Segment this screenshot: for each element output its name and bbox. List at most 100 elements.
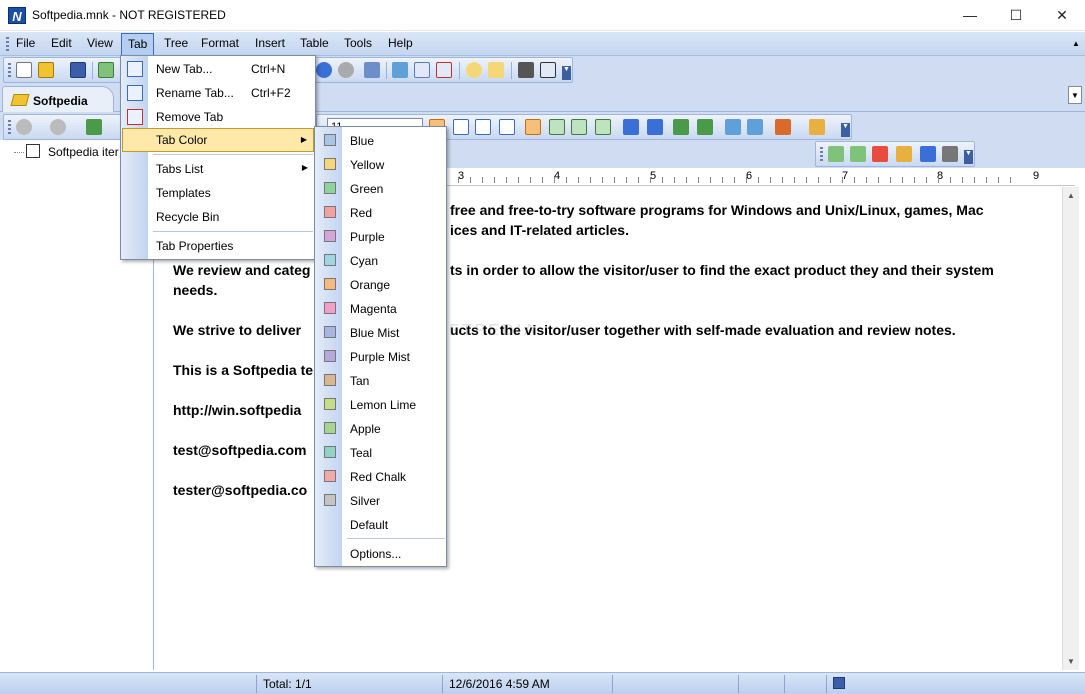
menubar-grip[interactable] <box>6 37 9 51</box>
node-attach-icon[interactable] <box>896 146 912 162</box>
node-child-icon[interactable] <box>850 146 866 162</box>
menu-file[interactable]: File <box>16 36 35 50</box>
underline-icon[interactable] <box>475 119 491 135</box>
menu-item-rename-tab[interactable]: Rename Tab... Ctrl+F2 <box>122 81 314 105</box>
color-item-green[interactable]: Green <box>316 176 446 200</box>
bullet-list-icon[interactable] <box>623 119 639 135</box>
color-item-default[interactable]: Default <box>316 512 446 536</box>
toolbar-grip[interactable] <box>8 120 11 135</box>
spellcheck-icon[interactable] <box>738 675 784 693</box>
justify-icon[interactable] <box>595 119 611 135</box>
tree-back-icon[interactable] <box>16 119 32 135</box>
color-item-lemon-lime[interactable]: Lemon Lime <box>316 392 446 416</box>
forward-icon[interactable] <box>338 62 354 78</box>
menu-item-templates[interactable]: Templates <box>122 181 314 205</box>
color-item-magenta[interactable]: Magenta <box>316 296 446 320</box>
indent-icon[interactable] <box>673 119 689 135</box>
align-center-icon[interactable] <box>549 119 565 135</box>
new-file-icon[interactable] <box>16 62 32 78</box>
menu-item-remove-tab[interactable]: Remove Tab <box>122 105 314 129</box>
delete-node-icon[interactable] <box>436 62 452 78</box>
print-icon[interactable] <box>518 62 534 78</box>
color-item-apple[interactable]: Apple <box>316 416 446 440</box>
align-right-icon[interactable] <box>571 119 587 135</box>
open-folder-icon[interactable] <box>38 62 54 78</box>
find-node-icon[interactable] <box>488 62 504 78</box>
menu-item-tab-color[interactable]: Tab Color ▶ <box>122 128 314 152</box>
tree-icon[interactable] <box>364 62 380 78</box>
strikethrough-icon[interactable] <box>499 119 515 135</box>
find-icon[interactable] <box>466 62 482 78</box>
format-toolbar-options-icon[interactable]: ▼ <box>841 123 850 137</box>
color-swatch <box>324 158 336 170</box>
menu-item-new-tab[interactable]: New Tab... Ctrl+N <box>122 57 314 81</box>
outdent-icon[interactable] <box>697 119 713 135</box>
menu-item-label: Templates <box>156 186 211 200</box>
menu-format[interactable]: Format <box>201 36 239 50</box>
toolbar-grip[interactable] <box>820 147 823 162</box>
color-item-red-chalk[interactable]: Red Chalk <box>316 464 446 488</box>
color-item-blue[interactable]: Blue <box>316 128 446 152</box>
font-icon[interactable] <box>725 119 741 135</box>
italic-icon[interactable] <box>453 119 469 135</box>
color-item-silver[interactable]: Silver <box>316 488 446 512</box>
color-item-label: Tan <box>350 374 370 388</box>
tree-node-softpedia[interactable]: Softpedia iter <box>48 145 119 159</box>
save-icon[interactable] <box>70 62 86 78</box>
color-item-cyan[interactable]: Cyan <box>316 248 446 272</box>
properties-icon[interactable] <box>540 62 556 78</box>
tabs-dropdown-button[interactable]: ▼ <box>1068 86 1082 104</box>
node-list-icon[interactable] <box>920 146 936 162</box>
node-star-icon[interactable] <box>872 146 888 162</box>
node-insert-icon[interactable] <box>828 146 844 162</box>
toolbar-separator <box>459 62 460 79</box>
back-icon[interactable] <box>316 62 332 78</box>
status-save-icon[interactable] <box>826 675 896 693</box>
color-item-purple[interactable]: Purple <box>316 224 446 248</box>
minimize-button[interactable]: — <box>947 0 993 31</box>
tree-add-icon[interactable] <box>86 119 102 135</box>
toolbar-grip[interactable] <box>8 63 11 78</box>
color-item-purple-mist[interactable]: Purple Mist <box>316 344 446 368</box>
color-item-red[interactable]: Red <box>316 200 446 224</box>
color-item-yellow[interactable]: Yellow <box>316 152 446 176</box>
lock-icon[interactable] <box>784 675 826 693</box>
menu-edit[interactable]: Edit <box>51 36 72 50</box>
maximize-button[interactable]: ☐ <box>993 0 1039 31</box>
menu-item-tab-properties[interactable]: Tab Properties <box>122 234 314 258</box>
color-item-label: Blue <box>350 134 375 148</box>
menu-item-tabs-list[interactable]: Tabs List ▶ <box>122 157 314 181</box>
menu-tools[interactable]: Tools <box>344 36 372 50</box>
text-color-icon[interactable] <box>775 119 791 135</box>
close-button[interactable]: ✕ <box>1039 0 1085 31</box>
color-item-orange[interactable]: Orange <box>316 272 446 296</box>
node-clipboard-icon[interactable] <box>942 146 958 162</box>
edit-node-icon[interactable] <box>414 62 430 78</box>
highlight-icon[interactable] <box>809 119 825 135</box>
menu-insert[interactable]: Insert <box>255 36 285 50</box>
node-toolbar: ▼ <box>815 141 975 167</box>
scroll-down-icon[interactable]: ▼ <box>1067 657 1075 666</box>
color-item-tan[interactable]: Tan <box>316 368 446 392</box>
toolbar-options-icon[interactable]: ▼ <box>562 66 571 80</box>
scroll-up-icon[interactable]: ▲ <box>1067 191 1075 200</box>
vertical-scrollbar[interactable]: ▲ ▼ <box>1062 187 1079 670</box>
menu-tab[interactable]: Tab <box>121 33 155 55</box>
tab-softpedia[interactable]: Softpedia <box>2 86 114 113</box>
menu-view[interactable]: View <box>87 36 113 50</box>
color-item-blue-mist[interactable]: Blue Mist <box>316 320 446 344</box>
menu-tree[interactable]: Tree <box>164 36 188 50</box>
numbered-list-icon[interactable] <box>647 119 663 135</box>
color-item-teal[interactable]: Teal <box>316 440 446 464</box>
node-toolbar-options-icon[interactable]: ▼ <box>964 150 973 164</box>
add-node-icon[interactable] <box>392 62 408 78</box>
import-icon[interactable] <box>98 62 114 78</box>
menu-help[interactable]: Help <box>388 36 413 50</box>
font-color-icon[interactable] <box>747 119 763 135</box>
align-left-icon[interactable] <box>525 119 541 135</box>
menubar-chevron-icon[interactable]: ▲ <box>1072 39 1082 49</box>
menu-item-recycle-bin[interactable]: Recycle Bin <box>122 205 314 229</box>
tree-forward-icon[interactable] <box>50 119 66 135</box>
menu-table[interactable]: Table <box>300 36 329 50</box>
color-item-options[interactable]: Options... <box>316 541 446 565</box>
